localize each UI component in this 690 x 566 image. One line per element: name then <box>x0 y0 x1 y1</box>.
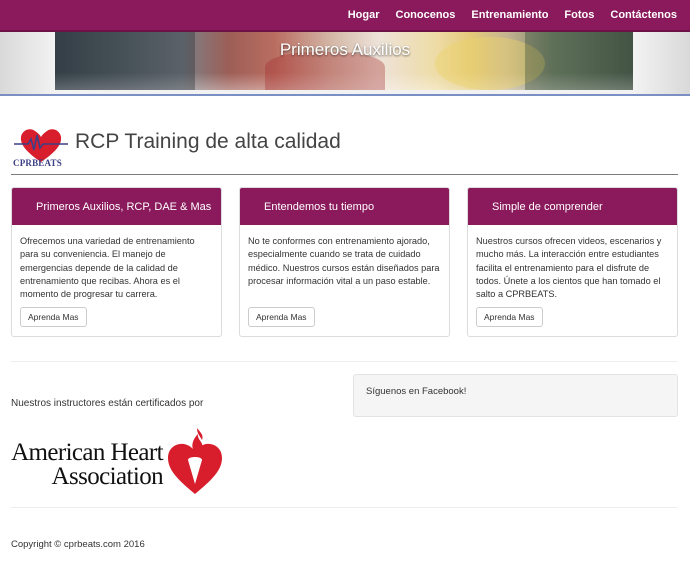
carousel-caption: Primeros Auxilios <box>279 40 411 59</box>
aha-line-2: Association <box>51 463 164 490</box>
nav-item-entrenamiento[interactable]: Entrenamiento <box>463 0 556 30</box>
section-divider <box>11 361 678 362</box>
carousel-indicators <box>330 99 354 105</box>
aha-logo-text: American Heart Association <box>11 439 164 490</box>
aha-line-1: American Heart <box>11 439 164 466</box>
certification-text: Nuestros instructores están certificados… <box>11 398 204 409</box>
card-title: Simple de comprender <box>468 188 677 225</box>
card-body: Ofrecemos una variedad de entrenamiento … <box>20 236 195 300</box>
card-body: No te conformes con entrenamiento ajorad… <box>248 236 440 286</box>
title-divider <box>11 174 678 175</box>
card-entendemos: Entendemos tu tiempo No te conformes con… <box>239 187 450 337</box>
carousel-dot-2[interactable] <box>339 99 345 105</box>
nav-item-hogar[interactable]: Hogar <box>340 0 388 30</box>
learn-more-button[interactable]: Aprenda Mas <box>20 307 87 327</box>
heart-torch-icon <box>168 428 222 494</box>
carousel-dot-1[interactable] <box>330 99 336 105</box>
nav-item-contactenos[interactable]: Contáctenos <box>602 0 677 30</box>
footer-divider <box>11 507 678 508</box>
card-title: Entendemos tu tiempo <box>240 188 449 225</box>
nav-menu: Hogar Conocenos Entrenamiento Fotos Cont… <box>340 0 677 30</box>
logo-text: CPRBEATS <box>13 158 62 168</box>
footer-copyright: Copyright © cprbeats.com 2016 <box>11 539 145 550</box>
card-title: Primeros Auxilios, RCP, DAE & Mas <box>12 188 221 225</box>
nav-item-conocenos[interactable]: Conocenos <box>388 0 464 30</box>
facebook-follow-box[interactable]: Síguenos en Facebook! <box>353 374 678 417</box>
carousel-divider <box>0 94 690 96</box>
card-simple: Simple de comprender Nuestros cursos ofr… <box>467 187 678 337</box>
learn-more-button[interactable]: Aprenda Mas <box>248 307 315 327</box>
learn-more-button[interactable]: Aprenda Mas <box>476 307 543 327</box>
hero-carousel[interactable]: Primeros Auxilios <box>0 32 690 105</box>
card-body: Nuestros cursos ofrecen videos, escenari… <box>476 236 662 300</box>
carousel-dot-3[interactable] <box>348 99 354 105</box>
page-title: RCP Training de alta calidad <box>75 130 341 153</box>
card-primeros-auxilios: Primeros Auxilios, RCP, DAE & Mas Ofrece… <box>11 187 222 337</box>
top-navbar: Hogar Conocenos Entrenamiento Fotos Cont… <box>0 0 690 32</box>
nav-item-fotos[interactable]: Fotos <box>556 0 602 30</box>
